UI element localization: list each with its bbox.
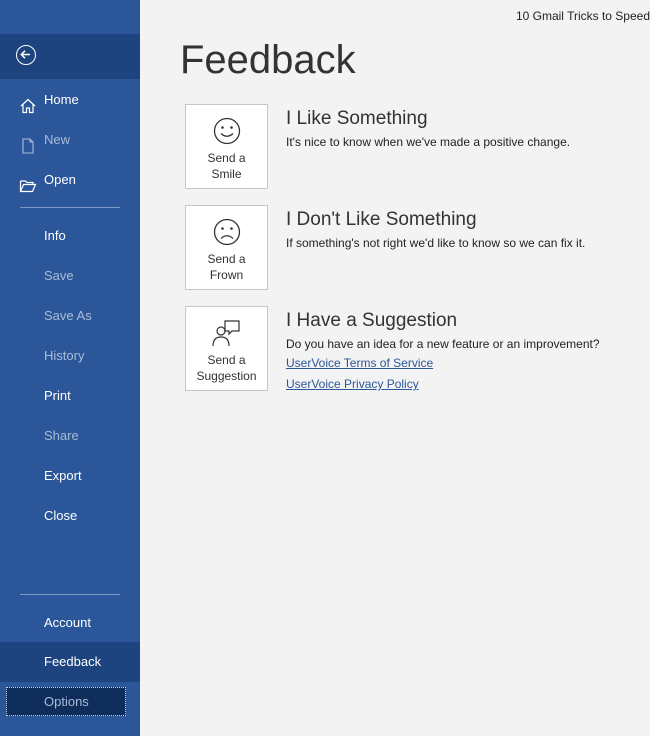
sidebar-item-label: Home bbox=[44, 92, 79, 107]
sidebar-item-label: Export bbox=[44, 468, 82, 483]
like-heading: I Like Something bbox=[286, 108, 428, 129]
button-label-line: Send a bbox=[207, 353, 246, 367]
sidebar-item-label: Share bbox=[44, 428, 79, 443]
sidebar-item-label: Print bbox=[44, 388, 71, 403]
backstage-sidebar: Home New Open Info Save Save As History … bbox=[0, 0, 140, 736]
uservoice-privacy-link[interactable]: UserVoice Privacy Policy bbox=[286, 377, 419, 391]
button-label-line: Send a bbox=[207, 252, 246, 266]
sidebar-item-share[interactable]: Share bbox=[0, 416, 140, 456]
sidebar-item-label: New bbox=[44, 132, 71, 147]
sidebar-item-new[interactable]: New bbox=[0, 120, 140, 160]
sidebar-item-info[interactable]: Info bbox=[0, 216, 140, 256]
send-frown-button[interactable]: Send a Frown bbox=[185, 205, 268, 290]
home-icon bbox=[19, 91, 37, 114]
page-title: Feedback bbox=[180, 38, 356, 82]
folder-open-icon bbox=[19, 171, 37, 193]
button-label-line: Frown bbox=[209, 268, 244, 282]
suggestion-heading: I Have a Suggestion bbox=[286, 310, 458, 331]
sidebar-item-label: Options bbox=[44, 694, 89, 709]
sidebar-item-label: Account bbox=[44, 615, 91, 630]
sidebar-item-options[interactable]: Options bbox=[6, 687, 126, 716]
uservoice-terms-link[interactable]: UserVoice Terms of Service bbox=[286, 356, 433, 370]
sidebar-item-label: Close bbox=[44, 508, 78, 523]
send-suggestion-label: Send a Suggestion bbox=[186, 352, 267, 384]
dislike-description: If something's not right we'd like to kn… bbox=[286, 236, 586, 250]
dislike-heading: I Don't Like Something bbox=[286, 209, 477, 230]
sidebar-item-home[interactable]: Home bbox=[0, 80, 140, 120]
button-label-line: Smile bbox=[211, 167, 242, 181]
sidebar-item-label: History bbox=[44, 348, 85, 363]
button-label-line: Send a bbox=[207, 151, 246, 165]
sidebar-item-close[interactable]: Close bbox=[0, 496, 140, 536]
sidebar-item-open[interactable]: Open bbox=[0, 160, 140, 200]
sidebar-item-save[interactable]: Save bbox=[0, 256, 140, 296]
suggestion-description: Do you have an idea for a new feature or… bbox=[286, 337, 600, 351]
frown-icon bbox=[211, 218, 243, 253]
sidebar-divider bbox=[20, 594, 120, 595]
like-description: It's nice to know when we've made a posi… bbox=[286, 135, 571, 149]
sidebar-item-label: Feedback bbox=[44, 654, 102, 669]
sidebar-item-label: Save As bbox=[44, 308, 92, 323]
sidebar-item-export[interactable]: Export bbox=[0, 456, 140, 496]
sidebar-item-account[interactable]: Account bbox=[0, 603, 140, 643]
send-smile-button[interactable]: Send a Smile bbox=[185, 104, 268, 189]
send-frown-label: Send a Frown bbox=[186, 251, 267, 283]
send-suggestion-button[interactable]: Send a Suggestion bbox=[185, 306, 268, 391]
back-arrow-icon[interactable] bbox=[16, 45, 36, 65]
document-title: 10 Gmail Tricks to Speed bbox=[515, 9, 650, 23]
sidebar-item-history[interactable]: History bbox=[0, 336, 140, 376]
sidebar-item-feedback[interactable]: Feedback bbox=[0, 642, 140, 682]
send-smile-label: Send a Smile bbox=[186, 150, 267, 182]
smile-icon bbox=[211, 117, 243, 152]
sidebar-item-label: Save bbox=[44, 268, 74, 283]
sidebar-item-print[interactable]: Print bbox=[0, 376, 140, 416]
sidebar-item-label: Open bbox=[44, 172, 76, 187]
sidebar-item-label: Info bbox=[44, 228, 66, 243]
button-label-line: Suggestion bbox=[196, 369, 257, 383]
suggestion-icon bbox=[211, 319, 243, 354]
back-button-area[interactable] bbox=[0, 34, 140, 79]
new-document-icon bbox=[19, 131, 37, 154]
sidebar-divider bbox=[20, 207, 120, 208]
sidebar-item-save-as[interactable]: Save As bbox=[0, 296, 140, 336]
